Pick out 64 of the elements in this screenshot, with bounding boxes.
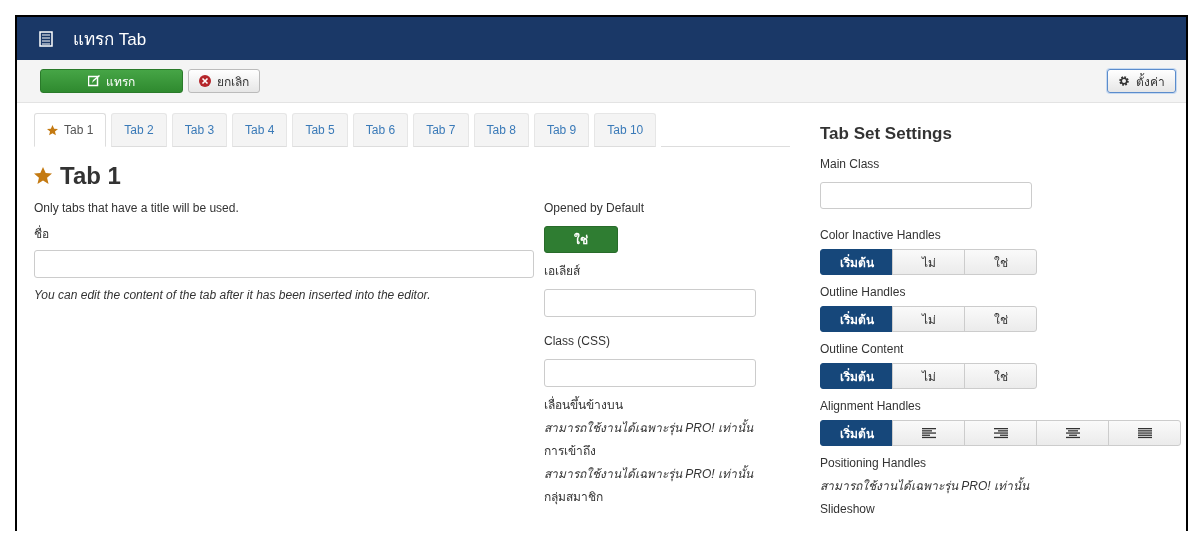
option-button[interactable] (892, 420, 965, 446)
insert-button[interactable]: แทรก (40, 69, 183, 93)
tab[interactable]: Tab 4 (232, 113, 288, 147)
field-label: Alignment Handles (820, 398, 922, 414)
close-icon (199, 75, 211, 87)
tab[interactable]: Tab 7 (413, 113, 469, 147)
option-button[interactable]: ไม่ (892, 249, 965, 275)
pro-note: สามารถใช้งานได้เฉพาะรุ่น PRO! เท่านั้น (544, 465, 755, 483)
star-icon (47, 124, 58, 136)
tab[interactable]: Tab 9 (533, 113, 590, 147)
field-label: Outline Handles (820, 284, 907, 300)
tab[interactable]: Tab 6 (352, 113, 409, 147)
toggle-button[interactable]: ใช่ (544, 226, 618, 253)
window-title: แทรก Tab (73, 29, 147, 51)
help-text: You can edit the content of the tab after it has been inserted into the editor. (34, 288, 432, 302)
field-label: Class (CSS) (544, 333, 611, 349)
align-left-icon (921, 427, 936, 439)
field-label: เลื่อนขึ้นข้างบน (544, 397, 624, 413)
tab[interactable]: Tab 2 (111, 113, 167, 147)
option-button[interactable]: ใช่ (964, 363, 1037, 389)
field-label: Slideshow (820, 501, 876, 517)
option-button[interactable]: เริ่มต้น (820, 363, 893, 389)
class-field[interactable] (544, 359, 756, 387)
list-icon (39, 30, 53, 47)
option-button[interactable] (964, 420, 1037, 446)
settings-title: Tab Set Settings (820, 124, 953, 144)
option-button[interactable]: ใช่ (964, 306, 1037, 332)
option-button[interactable]: เริ่มต้น (820, 420, 893, 446)
settings-icon (1118, 75, 1130, 87)
field-label: การเข้าถึง (544, 443, 597, 459)
align-center-icon (1065, 427, 1080, 439)
field-label: Outline Content (820, 341, 905, 357)
tab-heading: Tab 1 (60, 162, 121, 190)
option-button[interactable]: ใช่ (964, 249, 1037, 275)
alias-field[interactable] (544, 289, 756, 317)
pro-note: สามารถใช้งานได้เฉพาะรุ่น PRO! เท่านั้น (820, 477, 1031, 495)
tab[interactable]: Tab 10 (594, 113, 657, 147)
field-label: Color Inactive Handles (820, 227, 942, 243)
align-justify-icon (1137, 427, 1152, 439)
name-field[interactable] (34, 250, 534, 278)
star-icon (34, 167, 52, 185)
main-class-field[interactable] (820, 182, 1032, 209)
align-right-icon (993, 427, 1008, 439)
cancel-button[interactable]: ยกเลิก (188, 69, 260, 93)
option-button[interactable]: ไม่ (892, 306, 965, 332)
field-label: กลุ่มสมาชิก (544, 489, 604, 505)
settings-button[interactable]: ตั้งค่า (1107, 69, 1176, 93)
option-button[interactable]: ไม่ (892, 363, 965, 389)
field-label: Positioning Handles (820, 455, 928, 471)
option-button[interactable]: เริ่มต้น (820, 249, 893, 275)
pro-note: สามารถใช้งานได้เฉพาะรุ่น PRO! เท่านั้น (544, 419, 755, 437)
field-label: Main Class (820, 156, 881, 172)
tab[interactable]: Tab 3 (171, 113, 228, 147)
tab[interactable]: Tab 8 (473, 113, 529, 147)
tab[interactable]: Tab 5 (292, 113, 348, 147)
option-button[interactable]: เริ่มต้น (820, 306, 893, 332)
field-label: เอเลียส์ (544, 263, 581, 279)
tab[interactable]: Tab 1 (34, 113, 107, 147)
edit-icon (88, 75, 100, 87)
option-button[interactable] (1108, 420, 1181, 446)
option-button[interactable] (1036, 420, 1109, 446)
field-label: Opened by Default (544, 200, 646, 216)
hint-text: Only tabs that have a title will be used. (34, 200, 240, 216)
field-label: ชื่อ (34, 226, 50, 242)
